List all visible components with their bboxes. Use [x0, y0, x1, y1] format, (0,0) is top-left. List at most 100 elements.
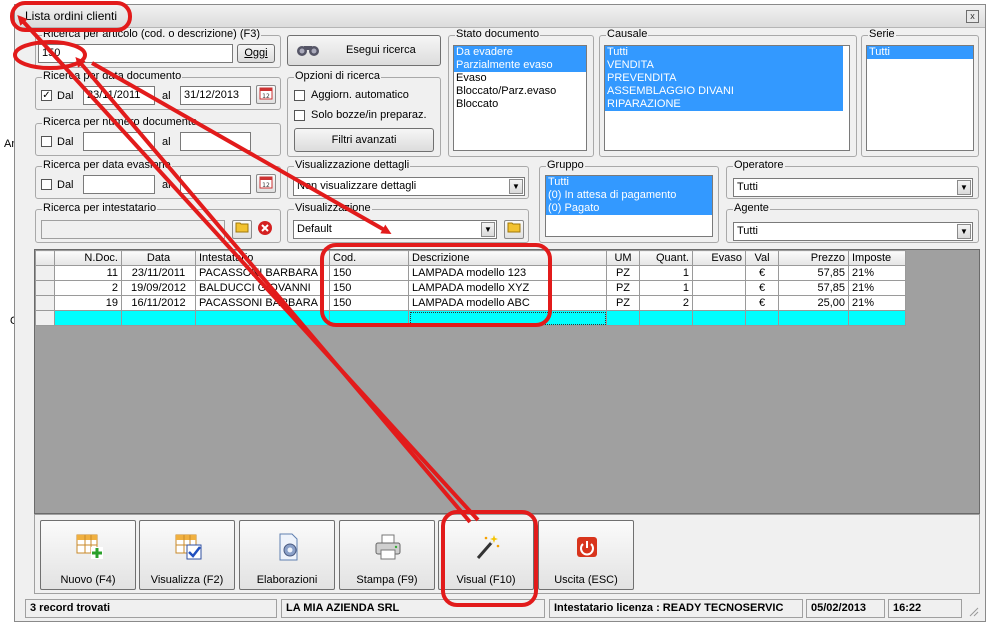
view-select[interactable]: Default ▼: [293, 220, 497, 239]
new-row[interactable]: [35, 310, 906, 326]
column-header[interactable]: Val: [745, 250, 779, 266]
column-header[interactable]: Quant.: [639, 250, 693, 266]
cell-quant: 1: [639, 280, 693, 296]
column-header[interactable]: N.Doc.: [54, 250, 122, 266]
list-item[interactable]: Parzialmente evaso: [454, 59, 586, 72]
document-number-checkbox[interactable]: [41, 136, 52, 147]
list-item[interactable]: VENDITA: [605, 59, 843, 72]
new-row-cell[interactable]: [54, 310, 122, 326]
list-item[interactable]: Evaso: [454, 72, 586, 85]
chevron-down-icon[interactable]: ▼: [481, 222, 495, 237]
list-item[interactable]: Tutti: [605, 46, 843, 59]
document-date-from-input[interactable]: 23/11/2011: [83, 86, 155, 105]
row-indicator[interactable]: [35, 295, 55, 311]
column-header[interactable]: Intestatario: [195, 250, 330, 266]
folder-icon[interactable]: [232, 220, 252, 239]
new-row-cell-focused[interactable]: [408, 310, 607, 326]
column-header[interactable]: UM: [606, 250, 640, 266]
new-row-cell[interactable]: [745, 310, 779, 326]
holder-input[interactable]: [41, 220, 225, 239]
list-item[interactable]: Tutti: [546, 176, 712, 189]
window-title: Lista ordini clienti: [25, 9, 118, 23]
series-list[interactable]: Tutti: [866, 45, 974, 151]
table-row[interactable]: 11 23/11/2011 PACASSONI BARBARA 150 LAMP…: [35, 265, 906, 281]
nuovo-button[interactable]: Nuovo (F4): [40, 520, 136, 590]
column-header[interactable]: Cod.: [329, 250, 409, 266]
list-item[interactable]: ASSEMBLAGGIO DIVANI: [605, 85, 843, 98]
document-date-al-label: al: [162, 90, 171, 102]
new-row-cell[interactable]: [848, 310, 906, 326]
aggiorn-checkbox[interactable]: [294, 90, 305, 101]
document-number-to-input[interactable]: [180, 132, 251, 151]
visual-button[interactable]: Visual (F10): [438, 520, 534, 590]
cell-evaso: [692, 265, 746, 281]
close-button[interactable]: x: [966, 10, 979, 23]
row-indicator[interactable]: [35, 310, 55, 326]
calendar-icon[interactable]: 12: [256, 85, 276, 104]
detail-view-select[interactable]: Non visualizzare dettagli ▼: [293, 177, 525, 196]
agent-select[interactable]: Tutti ▼: [733, 222, 973, 241]
esegui-ricerca-button[interactable]: Esegui ricerca: [287, 35, 441, 66]
grid-check-icon: [173, 532, 203, 562]
row-indicator[interactable]: [35, 265, 55, 281]
list-item[interactable]: Bloccato/Parz.evaso: [454, 85, 586, 98]
folder-icon[interactable]: [504, 220, 524, 239]
list-item[interactable]: (0) In attesa di pagamento: [546, 189, 712, 202]
stampa-button[interactable]: Stampa (F9): [339, 520, 435, 590]
orders-grid[interactable]: N.Doc. Data Intestatario Cod. Descrizion…: [34, 249, 980, 514]
row-indicator-header: [35, 250, 55, 266]
uscita-button[interactable]: Uscita (ESC): [538, 520, 634, 590]
cell-descrizione: LAMPADA modello XYZ: [408, 280, 607, 296]
new-row-cell[interactable]: [121, 310, 196, 326]
document-number-from-input[interactable]: [83, 132, 155, 151]
evasion-date-dal-label: Dal: [57, 179, 74, 191]
column-header[interactable]: Imposte: [848, 250, 906, 266]
chevron-down-icon[interactable]: ▼: [957, 180, 971, 195]
list-item[interactable]: Tutti: [867, 46, 973, 59]
group-list[interactable]: Tutti (0) In attesa di pagamento (0) Pag…: [545, 175, 713, 237]
cell-data: 16/11/2012: [121, 295, 196, 311]
cell-cod: 150: [329, 295, 409, 311]
operator-select[interactable]: Tutti ▼: [733, 178, 973, 197]
evasion-date-checkbox[interactable]: [41, 179, 52, 190]
table-header-row: N.Doc. Data Intestatario Cod. Descrizion…: [35, 250, 906, 266]
document-date-checkbox[interactable]: ✓: [41, 90, 52, 101]
column-header[interactable]: Evaso: [692, 250, 746, 266]
list-item[interactable]: (0) Pagato: [546, 202, 712, 215]
bozze-checkbox[interactable]: [294, 110, 305, 121]
calendar-icon[interactable]: 12: [256, 174, 276, 193]
new-row-cell[interactable]: [606, 310, 640, 326]
column-header[interactable]: Data: [121, 250, 196, 266]
new-row-cell[interactable]: [639, 310, 693, 326]
chevron-down-icon[interactable]: ▼: [957, 224, 971, 239]
resize-grip-icon[interactable]: [967, 605, 979, 617]
list-item[interactable]: Bloccato: [454, 98, 586, 111]
document-state-list[interactable]: Da evadere Parzialmente evaso Evaso Bloc…: [453, 45, 587, 151]
table-row[interactable]: 2 19/09/2012 BALDUCCI GIOVANNI 150 LAMPA…: [35, 280, 906, 296]
new-row-cell[interactable]: [329, 310, 409, 326]
new-row-cell[interactable]: [195, 310, 330, 326]
elaborazioni-button[interactable]: Elaborazioni: [239, 520, 335, 590]
oggi-button[interactable]: Oggi: [237, 44, 275, 63]
document-gear-icon: [273, 532, 303, 562]
new-row-cell[interactable]: [692, 310, 746, 326]
cell-data: 19/09/2012: [121, 280, 196, 296]
visualizza-button[interactable]: Visualizza (F2): [139, 520, 235, 590]
article-search-input[interactable]: 150: [38, 44, 233, 63]
list-item[interactable]: PREVENDITA: [605, 72, 843, 85]
document-date-to-input[interactable]: 31/12/2013: [180, 86, 251, 105]
row-indicator[interactable]: [35, 280, 55, 296]
filtri-avanzati-button[interactable]: Filtri avanzati: [294, 128, 434, 152]
column-header[interactable]: Prezzo: [778, 250, 849, 266]
clear-icon[interactable]: [255, 220, 275, 239]
reason-list[interactable]: Tutti VENDITA PREVENDITA ASSEMBLAGGIO DI…: [604, 45, 850, 151]
table-row[interactable]: 19 16/11/2012 PACASSONI BARBARA 150 LAMP…: [35, 295, 906, 311]
operator-legend: Operatore: [733, 159, 785, 171]
list-item[interactable]: Da evadere: [454, 46, 586, 59]
chevron-down-icon[interactable]: ▼: [509, 179, 523, 194]
column-header[interactable]: Descrizione: [408, 250, 607, 266]
evasion-date-to-input[interactable]: [180, 175, 251, 194]
list-item[interactable]: RIPARAZIONE: [605, 98, 843, 111]
evasion-date-from-input[interactable]: [83, 175, 155, 194]
new-row-cell[interactable]: [778, 310, 849, 326]
